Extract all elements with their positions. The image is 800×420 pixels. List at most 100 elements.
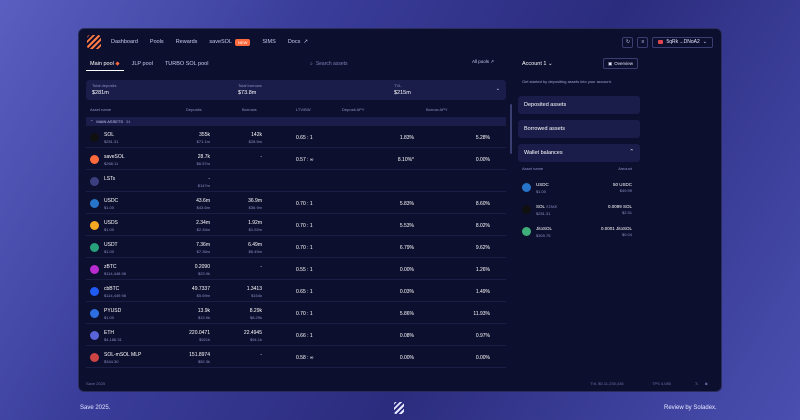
wallet-th-asset[interactable]: Asset name: [522, 166, 543, 171]
wallet-amount-cell: 0.0099 SOL $2.51: [608, 204, 632, 215]
deposit-apy[interactable]: 8.10%*: [348, 157, 414, 163]
borrow-apy[interactable]: 0.00%: [426, 157, 490, 163]
deposit-apy[interactable]: 5.86%: [348, 311, 414, 317]
ltv-value: 0.66 : 1: [296, 333, 313, 339]
th-ltv-bw[interactable]: LTV/BW: [296, 107, 311, 112]
wallet-amount-usd: $49.99: [619, 188, 632, 193]
deposit-apy[interactable]: 6.79%: [348, 245, 414, 251]
asset-price: $114,449.98: [104, 293, 126, 298]
table-row[interactable]: USDC $1.00 43.6m $43.6m 36.9m $36.9m 0.70 …: [86, 194, 506, 214]
total-borrows-label: Total borrows: [238, 83, 262, 88]
search-icon: ⌕: [310, 61, 313, 67]
borrows-amount: 22.4945: [243, 330, 262, 336]
th-borrows[interactable]: Borrows: [242, 107, 257, 112]
table-row[interactable]: zBTC $114,448.98 0.2090 $23.9k - 0.55 : 1…: [86, 260, 506, 280]
deposits-usd: $2.34m: [196, 227, 210, 232]
asset-symbol: USDC: [104, 198, 119, 204]
th-deposits[interactable]: Deposits: [186, 107, 202, 112]
borrow-apy[interactable]: 5.28%: [426, 135, 490, 141]
asset-symbol: SOL-mSOL MLP: [104, 352, 142, 358]
deposit-apy[interactable]: 0.08%: [348, 333, 414, 339]
asset-price: $344.30: [104, 359, 119, 364]
deposits-amount: 355k: [199, 132, 210, 138]
borrow-apy[interactable]: 0.97%: [426, 333, 490, 339]
table-row[interactable]: USDS $1.00 2.34m $2.34m 1.92m $1.92m 0.70 …: [86, 216, 506, 236]
deposits-cell: - $147m: [174, 176, 210, 188]
deposit-apy[interactable]: 5.83%: [348, 201, 414, 207]
tab-main-pool[interactable]: Main pool ◆: [86, 58, 124, 71]
nav-docs[interactable]: Docs ↗: [288, 39, 308, 45]
asset-symbol: LSTs: [104, 176, 116, 182]
table-row[interactable]: cbBTC $114,449.98 49.7337 $5.69m 1.3413 $1…: [86, 282, 506, 302]
table-row[interactable]: ETH $4,186.31 220.0471 $921k 22.4945 $94.1…: [86, 326, 506, 346]
wallet-asset-price: $1.00: [536, 189, 547, 194]
wallet-th-amount[interactable]: Amount: [618, 166, 632, 171]
external-link-icon: ↗: [490, 59, 495, 64]
borrow-apy[interactable]: 0.00%: [426, 355, 490, 361]
deposit-apy[interactable]: 5.53%: [348, 223, 414, 229]
deposits-cell: 0.2090 $23.9k: [174, 264, 210, 276]
th-asset-name[interactable]: Asset name: [90, 107, 111, 112]
borrow-apy[interactable]: 11.93%: [426, 311, 490, 317]
nav-dashboard[interactable]: Dashboard: [111, 39, 138, 45]
deposit-apy[interactable]: 0.03%: [348, 289, 414, 295]
tab-turbo-sol-pool[interactable]: TURBO SOL pool: [161, 58, 213, 71]
borrow-apy[interactable]: 1.26%: [426, 267, 490, 273]
borrow-apy[interactable]: 1.49%: [426, 289, 490, 295]
table-row[interactable]: USDT $1.00 7.36m $7.36m 6.49m $6.49m 0.70 …: [86, 238, 506, 258]
wallet-row[interactable]: JitoSOL $309.75 0.0001 JitoSOL $0.04: [518, 222, 640, 242]
th-deposit-apy[interactable]: Deposit APY: [342, 107, 364, 112]
table-row[interactable]: LSTs - $147m: [86, 172, 506, 192]
deposits-usd: $71.1m: [196, 139, 210, 144]
discord-icon[interactable]: ◙: [705, 381, 707, 386]
deposit-apy[interactable]: 1.83%: [348, 135, 414, 141]
wallet-button[interactable]: 5qRk ...DNoA2 ⌄: [652, 36, 713, 48]
deposited-assets-label: Deposited assets: [524, 102, 567, 108]
table-scrollbar[interactable]: [510, 104, 512, 154]
deposited-assets-panel[interactable]: Deposited assets: [518, 96, 640, 114]
total-borrows-value: $73.8m: [238, 90, 257, 96]
borrow-apy[interactable]: 8.60%: [426, 201, 490, 207]
menu-icon[interactable]: ≡: [637, 36, 649, 48]
nav-rewards[interactable]: Rewards: [176, 39, 198, 45]
token-icon: [90, 243, 99, 252]
nav-savesol[interactable]: saveSOL NEW: [209, 38, 251, 46]
nav-pools[interactable]: Pools: [150, 39, 164, 45]
borrows-cell: -: [226, 264, 262, 271]
table-row[interactable]: PYUSD $1.00 13.9k $13.9k 8.29k $8.29k 0.70…: [86, 304, 506, 324]
table-row[interactable]: SOL $251.31 355k $71.1m 142k $28.5m 0.65 :…: [86, 128, 506, 148]
all-pools-link[interactable]: All pools ↗: [472, 59, 494, 65]
main-assets-section[interactable]: ⌃ MAIN ASSETS 34: [86, 117, 506, 126]
wallet-balances-panel[interactable]: Wallet balances ⌃: [518, 144, 640, 162]
total-deposits-value: $281m: [92, 90, 109, 96]
borrow-apy[interactable]: 9.62%: [426, 245, 490, 251]
search-input[interactable]: ⌕ Search assets: [310, 59, 450, 69]
wallet-row[interactable]: USDC $1.00 50 USDC $49.99: [518, 178, 640, 198]
asset-price: $1.00: [104, 249, 115, 254]
wallet-row[interactable]: SOL STAKE $251.31 0.0099 SOL $2.51: [518, 200, 640, 220]
top-nav: Dashboard Pools Rewards saveSOL NEW SIMS …: [79, 29, 721, 55]
deposit-apy[interactable]: 0.00%: [348, 355, 414, 361]
nav-sims[interactable]: SIMS: [262, 39, 275, 45]
save-logo-icon[interactable]: [87, 35, 101, 49]
x-social-icon[interactable]: 𝕏: [695, 381, 698, 386]
deposits-usd: $6.57m: [196, 161, 210, 166]
table-row[interactable]: SOL-mSOL MLP $344.30 151.8974 $52.3k - 0.…: [86, 348, 506, 368]
account-selector[interactable]: Account 1 ⌄: [522, 61, 553, 67]
borrows-usd: $94.1k: [249, 337, 262, 342]
borrowed-assets-panel[interactable]: Borrowed assets: [518, 120, 640, 138]
refresh-icon[interactable]: ↻: [622, 36, 634, 48]
token-icon: [90, 287, 99, 296]
overview-button[interactable]: ▣ Overview: [602, 58, 638, 69]
fire-icon: ◆: [115, 61, 120, 67]
tab-jlp-pool[interactable]: JLP pool: [128, 58, 157, 71]
outer-footer-left: Save 2025.: [80, 405, 111, 411]
table-row[interactable]: saveSOL $268.11 28.7k $6.57m - 0.57 : ∞ 8…: [86, 150, 506, 170]
deposit-apy[interactable]: 0.00%: [348, 267, 414, 273]
th-borrow-apy[interactable]: Borrow APY: [426, 107, 448, 112]
borrow-apy[interactable]: 8.02%: [426, 223, 490, 229]
deposits-cell: 355k $71.1m: [174, 132, 210, 144]
wallet-table-header: Asset name Amount: [518, 166, 640, 176]
deposits-usd: $43.6m: [196, 205, 210, 210]
chevron-down-icon[interactable]: ⌄: [496, 86, 500, 92]
